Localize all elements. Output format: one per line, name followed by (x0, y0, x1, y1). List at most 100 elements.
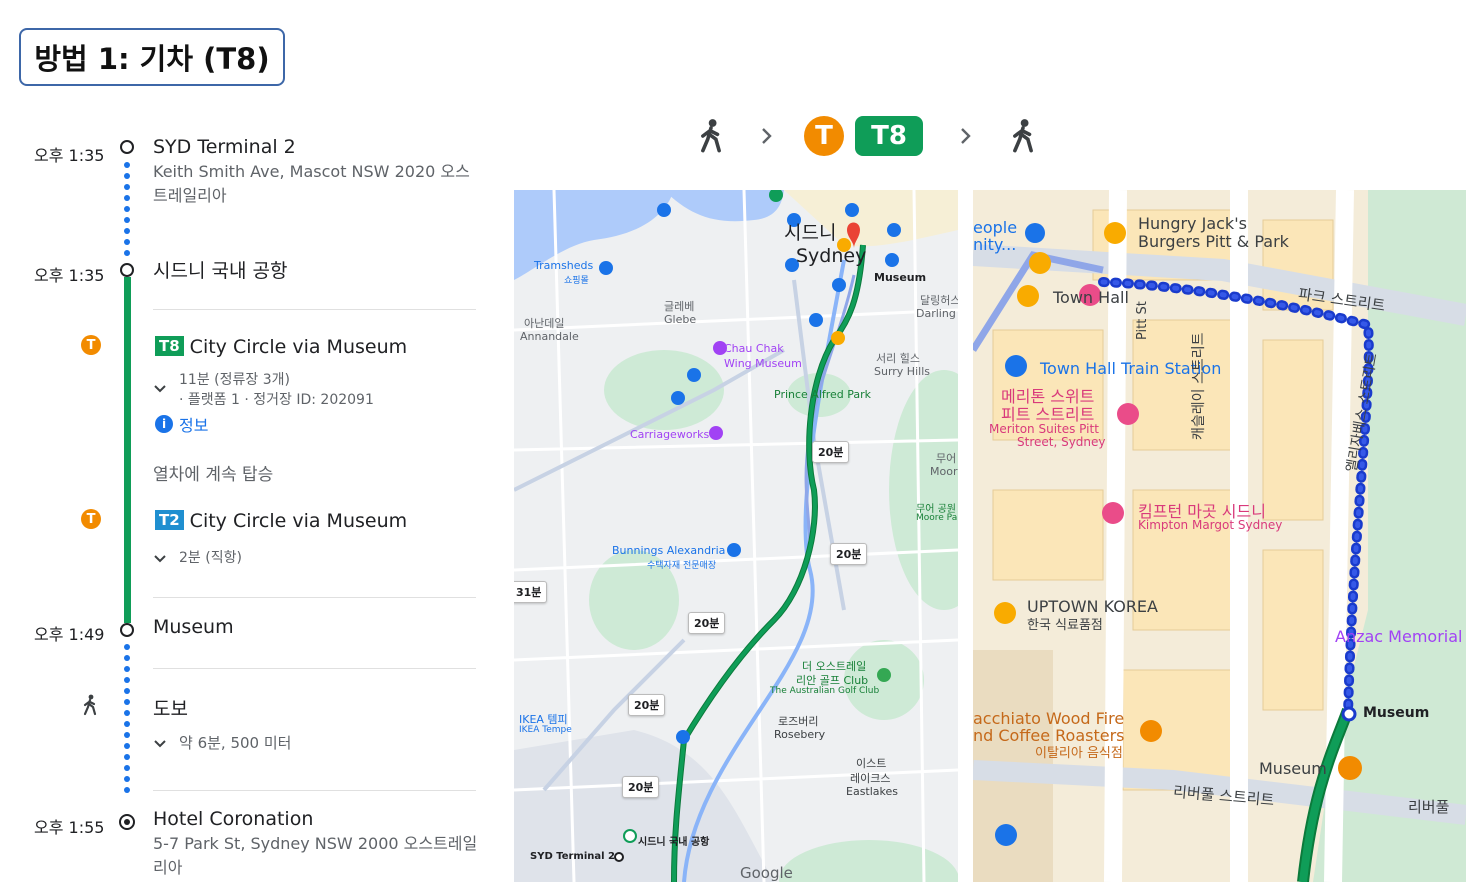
divider (153, 668, 476, 669)
map-label: The Australian Golf Club (770, 686, 880, 696)
map-label: 캐슬레이 스트리트 (1191, 332, 1207, 441)
map-label: Carriageworks (630, 428, 710, 441)
stop-circle-start (120, 140, 134, 154)
map-label: Glebe (664, 313, 697, 326)
leg1-platform: · 플랫폼 1 · 정거장 ID: 202091 (179, 392, 374, 408)
map-label: Museum (874, 271, 927, 284)
map-label: Museum (1259, 759, 1327, 778)
t8-line-badge: T8 (855, 116, 923, 156)
map-label: Rosebery (774, 728, 826, 741)
t2-badge: T2 (155, 510, 184, 530)
map-label: Chau Chak (724, 342, 784, 355)
t8-badge: T8 (155, 336, 184, 356)
map-label: Tramsheds (534, 259, 594, 272)
map-label: 글레베 (664, 300, 695, 313)
walking-detail-map[interactable]: eople nity... Hungry Jack's Burgers Pitt… (973, 190, 1466, 882)
divider (153, 790, 476, 791)
map-label: 이탈리아 음식점 (1035, 746, 1123, 761)
map-label: Kimpton Margot Sydney (1138, 518, 1283, 532)
info-icon: i (155, 415, 173, 433)
walk-icon (1013, 119, 1033, 153)
walk-icon (701, 119, 721, 153)
time-museum: 오후 1:49 (34, 625, 105, 644)
chevron-down-icon[interactable] (153, 737, 167, 751)
leg2-duration: 2분 (직항) (179, 550, 242, 566)
leg1-duration: 11분 (정류장 3개) (179, 372, 290, 388)
destination-icon (119, 814, 135, 830)
leg2-route[interactable]: T2 City Circle via Museum (155, 510, 407, 532)
walk-label: 도보 (153, 698, 188, 720)
map-label: IKEA Tempe (519, 725, 572, 735)
map-label: 시드니 (784, 222, 837, 244)
google-logo: Google (740, 864, 793, 882)
stop-address: 5-7 Park St, Sydney NSW 2000 오스트레일리아 (153, 834, 478, 877)
stop-syd-terminal-2[interactable]: SYD Terminal 2 (153, 136, 296, 158)
map-label: 달링허스 (920, 294, 958, 307)
walk-detail: 약 6분, 500 미터 (179, 734, 292, 752)
stop-circle-museum (120, 623, 134, 637)
map-label: Museum (1363, 705, 1430, 721)
map-label: 쇼핑몰 (564, 276, 589, 286)
map-label: Town Hall (1053, 288, 1129, 307)
walk-dots (124, 162, 130, 261)
map-label: Eastlakes (846, 785, 899, 798)
train-icon: T (804, 116, 844, 156)
info-label: 정보 (179, 416, 209, 435)
travel-time-bubble: 20분 (628, 694, 666, 716)
map-label: 로즈버리 (778, 715, 819, 728)
time-domestic-airport: 오후 1:35 (34, 266, 105, 285)
chevron-right-icon (961, 128, 971, 144)
map-label: Darling (916, 307, 956, 320)
map-label: Wing Museum (724, 357, 802, 370)
transit-line (124, 277, 131, 623)
map-label: 서리 힐스 (876, 352, 920, 365)
walk-dots (124, 644, 130, 798)
continue-on-train: 열차에 계속 탑승 (153, 465, 274, 485)
divider (153, 597, 476, 598)
chevron-right-icon (762, 128, 772, 144)
travel-time-bubble: 20분 (830, 543, 868, 565)
map-label: 한국 식료품점 (1027, 618, 1103, 633)
map-label: nity... (973, 235, 1017, 254)
travel-time-bubble: 20분 (688, 612, 726, 634)
map-label: Moor (930, 465, 958, 478)
map-label: SYD Terminal 2 (530, 851, 616, 862)
travel-time-bubble: 20분 (622, 776, 660, 798)
stop-museum[interactable]: Museum (153, 616, 234, 638)
stop-address: Keith Smith Ave, Mascot NSW 2020 오스트레일리아 (153, 162, 470, 205)
leg1-route[interactable]: T8 City Circle via Museum (155, 336, 407, 358)
travel-time-bubble: 20분 (812, 441, 850, 463)
map-label: Meriton Suites Pitt (989, 422, 1099, 436)
map-label: Street, Sydney (1017, 435, 1106, 449)
stop-circle-airport (120, 263, 134, 277)
map-label: Anzac Memorial (1335, 627, 1463, 646)
map-label: 수택자재 전문매장 (647, 561, 717, 571)
map-label: 레이크스 (850, 772, 891, 785)
map-label: 시드니 국내 공항 (638, 837, 710, 848)
map-label: Pitt St (1135, 301, 1150, 340)
stop-domestic-airport[interactable]: 시드니 국내 공항 (153, 256, 287, 283)
map-label: 아난데일 (524, 317, 565, 330)
leg2-route-label: City Circle via Museum (189, 510, 408, 532)
divider (153, 309, 476, 310)
map-base (514, 190, 958, 882)
info-link[interactable]: i 정보 (155, 412, 208, 436)
time-arrive: 오후 1:55 (34, 818, 105, 837)
map-label: Moore Par (916, 513, 958, 523)
map-label: Hungry Jack's (1138, 214, 1247, 233)
chevron-down-icon[interactable] (153, 382, 167, 396)
train-icon: T (81, 335, 101, 355)
time-depart: 오후 1:35 (34, 146, 105, 165)
route-overview-map[interactable]: 시드니 Sydney Museum Tramsheds 쇼핑몰 글레베 Gleb… (514, 190, 958, 882)
page-title: 방법 1: 기차 (T8) (19, 28, 285, 86)
chevron-down-icon[interactable] (153, 552, 167, 566)
map-label: 이스트 (856, 757, 887, 770)
map-label: Surry Hills (874, 365, 930, 378)
stop-hotel-coronation[interactable]: Hotel Coronation (153, 808, 313, 830)
map-label: 리버풀 (1408, 798, 1450, 816)
leg1-route-label: City Circle via Museum (189, 336, 408, 358)
walk-icon (83, 694, 97, 716)
map-label: Bunnings Alexandria (612, 544, 726, 557)
map-label: 무어 (936, 452, 957, 465)
map-base (973, 190, 1466, 882)
